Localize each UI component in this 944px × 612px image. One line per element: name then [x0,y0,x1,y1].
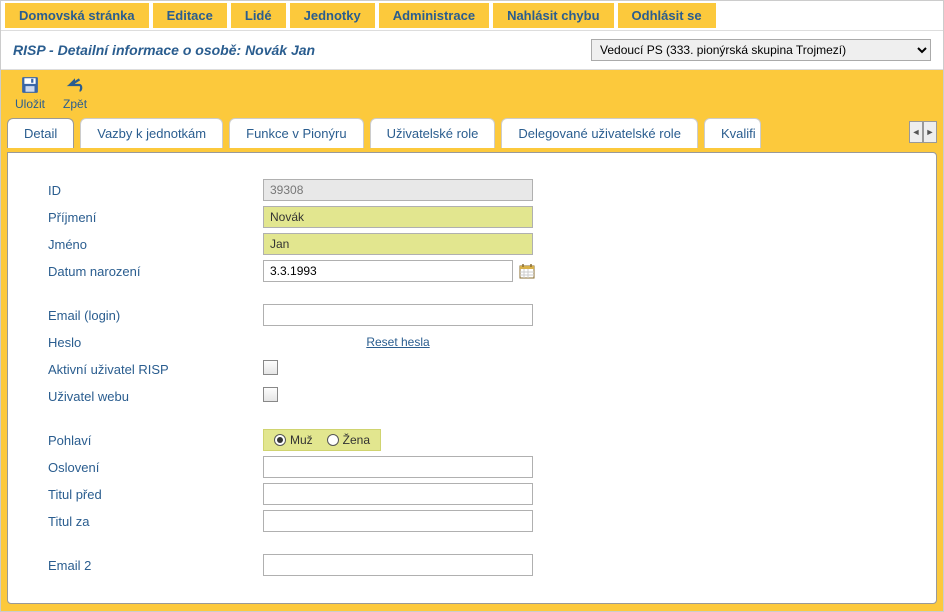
nav-units[interactable]: Jednotky [290,3,375,28]
surname-field[interactable] [263,206,533,228]
radio-icon [274,434,286,446]
nav-admin[interactable]: Administrace [379,3,489,28]
save-button[interactable]: Uložit [15,76,45,111]
firstname-label: Jméno [48,237,263,252]
calendar-icon[interactable] [519,263,535,279]
save-label: Uložit [15,97,45,111]
back-button[interactable]: Zpět [63,76,87,111]
id-label: ID [48,183,263,198]
dob-field[interactable] [263,260,513,282]
nav-report[interactable]: Nahlásit chybu [493,3,613,28]
nav-people[interactable]: Lidé [231,3,286,28]
back-label: Zpět [63,97,87,111]
page-title: RISP - Detailní informace o osobě: Novák… [13,42,591,58]
back-icon [66,76,84,94]
tab-detail[interactable]: Detail [7,118,74,148]
id-field [263,179,533,201]
tab-funkce[interactable]: Funkce v Pionýru [229,118,363,148]
firstname-field[interactable] [263,233,533,255]
gender-male[interactable]: Muž [274,433,313,447]
web-user-checkbox[interactable] [263,387,278,402]
context-select[interactable]: Vedoucí PS (333. pionýrská skupina Trojm… [591,39,931,61]
reset-password-link[interactable]: Reset hesla [366,335,429,349]
tab-content: ID Příjmení Jméno Datum narození Email (… [7,152,937,604]
salutation-field[interactable] [263,456,533,478]
salutation-label: Oslovení [48,460,263,475]
dob-label: Datum narození [48,264,263,279]
save-icon [21,76,39,94]
tab-kvalifikace[interactable]: Kvalifi [704,118,761,148]
gender-female[interactable]: Žena [327,433,370,447]
gender-group: Muž Žena [263,429,381,451]
tab-delegovane[interactable]: Delegované uživatelské role [501,118,698,148]
radio-icon [327,434,339,446]
active-user-label: Aktivní uživatel RISP [48,362,263,377]
title-after-label: Titul za [48,514,263,529]
surname-label: Příjmení [48,210,263,225]
tab-vazby[interactable]: Vazby k jednotkám [80,118,223,148]
tab-role[interactable]: Uživatelské role [370,118,496,148]
tab-scroll-right[interactable]: ► [923,121,937,143]
web-user-label: Uživatel webu [48,389,263,404]
title-before-field[interactable] [263,483,533,505]
tab-scroll-left[interactable]: ◄ [909,121,923,143]
password-label: Heslo [48,335,263,350]
gender-label: Pohlaví [48,433,263,448]
toolbar: Uložit Zpět [1,70,943,117]
nav-edit[interactable]: Editace [153,3,227,28]
top-nav: Domovská stránka Editace Lidé Jednotky A… [1,1,943,31]
nav-home[interactable]: Domovská stránka [5,3,149,28]
title-before-label: Titul před [48,487,263,502]
active-user-checkbox[interactable] [263,360,278,375]
email-field[interactable] [263,304,533,326]
email-label: Email (login) [48,308,263,323]
title-bar: RISP - Detailní informace o osobě: Novák… [1,31,943,70]
title-after-field[interactable] [263,510,533,532]
tab-scroll: ◄ ► [909,117,937,147]
nav-logout[interactable]: Odhlásit se [618,3,716,28]
tabs-container: Detail Vazby k jednotkám Funkce v Pionýr… [1,117,943,153]
email2-label: Email 2 [48,558,263,573]
app-window: Domovská stránka Editace Lidé Jednotky A… [0,0,944,612]
email2-field[interactable] [263,554,533,576]
